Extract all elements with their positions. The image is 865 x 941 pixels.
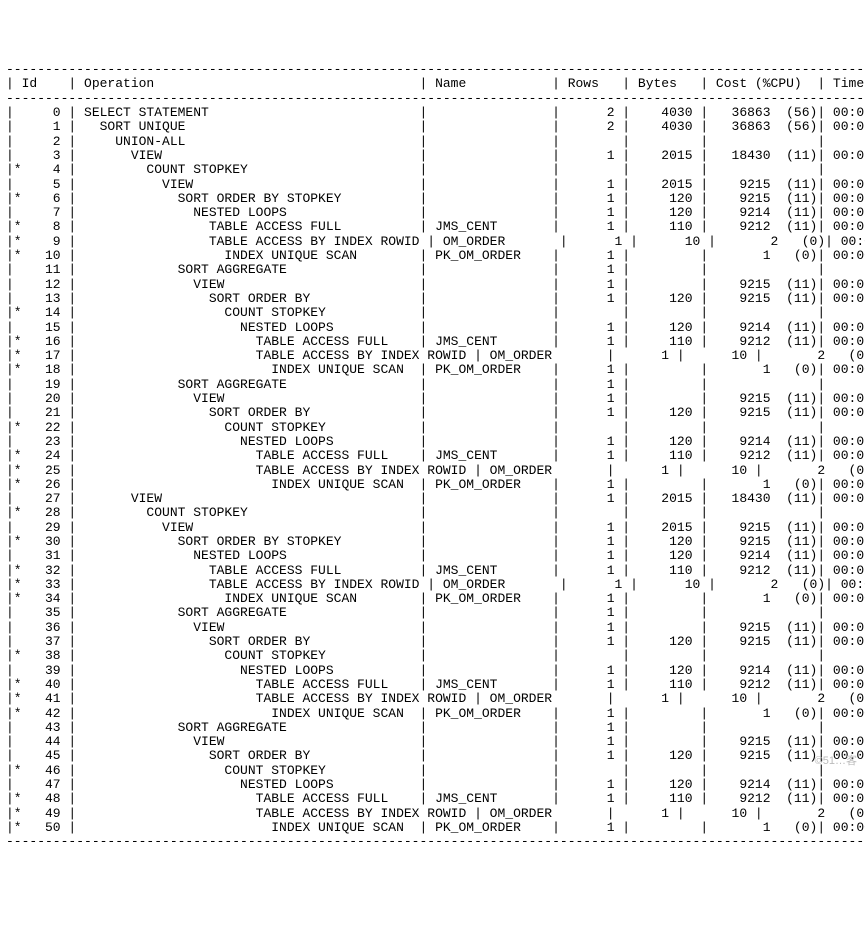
execution-plan-table: ----------------------------------------… (6, 63, 859, 849)
watermark: ©51…客 (815, 755, 857, 767)
